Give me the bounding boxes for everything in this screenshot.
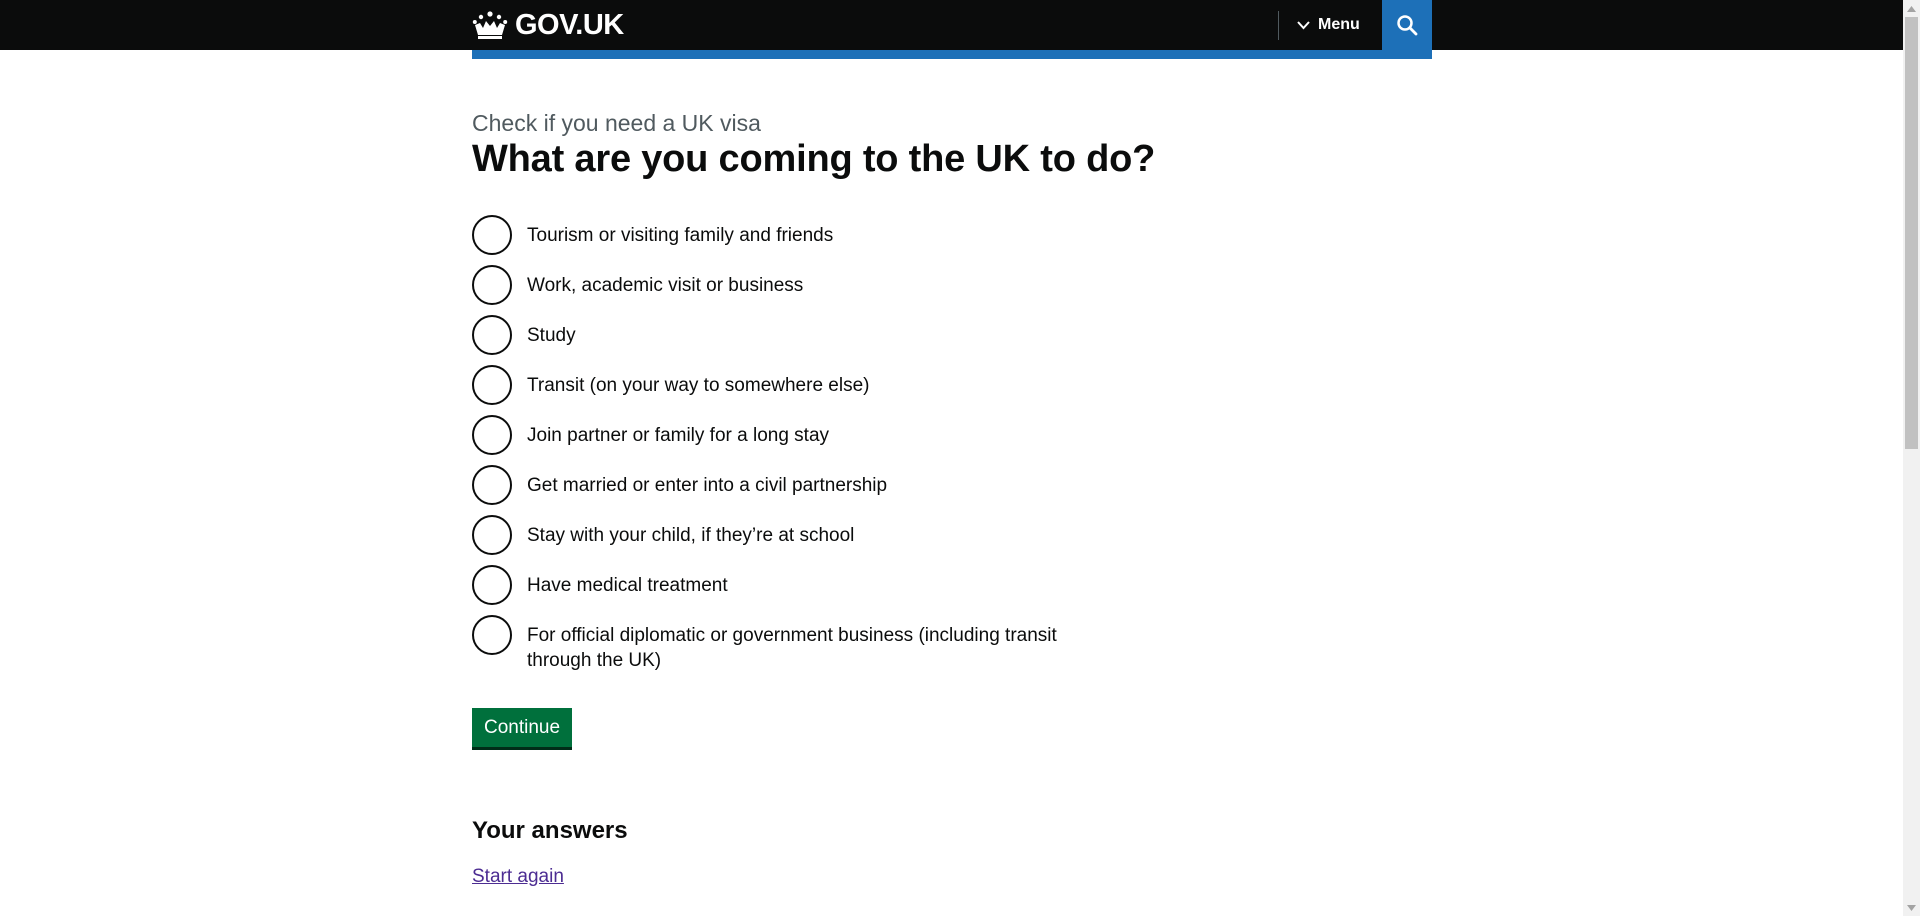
radio-option-tourism[interactable]: Tourism or visiting family and friends bbox=[472, 215, 1092, 265]
scroll-up-arrow-icon[interactable] bbox=[1903, 0, 1920, 17]
search-button[interactable] bbox=[1382, 0, 1432, 50]
radio-label[interactable]: Stay with your child, if they’re at scho… bbox=[527, 515, 854, 548]
page-title: What are you coming to the UK to do? bbox=[472, 138, 1156, 180]
radio-button[interactable] bbox=[472, 365, 512, 405]
header-blue-bar bbox=[472, 50, 1432, 59]
menu-button[interactable]: Menu bbox=[1297, 12, 1360, 38]
radio-label[interactable]: Join partner or family for a long stay bbox=[527, 415, 829, 448]
radio-label[interactable]: Study bbox=[527, 315, 576, 348]
radio-button[interactable] bbox=[472, 565, 512, 605]
radio-label[interactable]: For official diplomatic or government bu… bbox=[527, 615, 1087, 673]
radio-button[interactable] bbox=[472, 515, 512, 555]
radio-label[interactable]: Transit (on your way to somewhere else) bbox=[527, 365, 869, 398]
radio-option-marriage[interactable]: Get married or enter into a civil partne… bbox=[472, 465, 1092, 515]
govuk-logo-link[interactable]: GOV.UK bbox=[472, 8, 624, 42]
search-icon bbox=[1397, 15, 1418, 36]
vertical-scrollbar[interactable] bbox=[1903, 0, 1920, 916]
scroll-down-arrow-icon[interactable] bbox=[1903, 899, 1920, 916]
radio-label[interactable]: Get married or enter into a civil partne… bbox=[527, 465, 887, 498]
radio-label[interactable]: Have medical treatment bbox=[527, 565, 728, 598]
your-answers-heading: Your answers bbox=[472, 817, 628, 844]
radio-option-diplomatic[interactable]: For official diplomatic or government bu… bbox=[472, 615, 1092, 685]
radio-button[interactable] bbox=[472, 465, 512, 505]
logo-text: GOV.UK bbox=[515, 8, 624, 41]
radio-button[interactable] bbox=[472, 215, 512, 255]
header-divider bbox=[1278, 11, 1279, 40]
radio-label[interactable]: Work, academic visit or business bbox=[527, 265, 803, 298]
radio-label[interactable]: Tourism or visiting family and friends bbox=[527, 215, 833, 248]
radio-button[interactable] bbox=[472, 315, 512, 355]
menu-label: Menu bbox=[1318, 16, 1360, 33]
radio-option-work[interactable]: Work, academic visit or business bbox=[472, 265, 1092, 315]
radio-option-join-family[interactable]: Join partner or family for a long stay bbox=[472, 415, 1092, 465]
radio-button[interactable] bbox=[472, 615, 512, 655]
radio-option-study[interactable]: Study bbox=[472, 315, 1092, 365]
page-caption: Check if you need a UK visa bbox=[472, 110, 761, 136]
scrollbar-thumb[interactable] bbox=[1905, 17, 1918, 449]
radio-option-child-school[interactable]: Stay with your child, if they’re at scho… bbox=[472, 515, 1092, 565]
site-header: GOV.UK Menu bbox=[0, 0, 1903, 50]
crown-icon bbox=[472, 11, 508, 39]
purpose-radio-group: Tourism or visiting family and friends W… bbox=[472, 215, 1092, 685]
radio-button[interactable] bbox=[472, 265, 512, 305]
chevron-down-icon bbox=[1297, 20, 1310, 29]
start-again-link[interactable]: Start again bbox=[472, 866, 564, 888]
radio-option-transit[interactable]: Transit (on your way to somewhere else) bbox=[472, 365, 1092, 415]
radio-option-medical[interactable]: Have medical treatment bbox=[472, 565, 1092, 615]
continue-button[interactable]: Continue bbox=[472, 708, 573, 747]
radio-button[interactable] bbox=[472, 415, 512, 455]
